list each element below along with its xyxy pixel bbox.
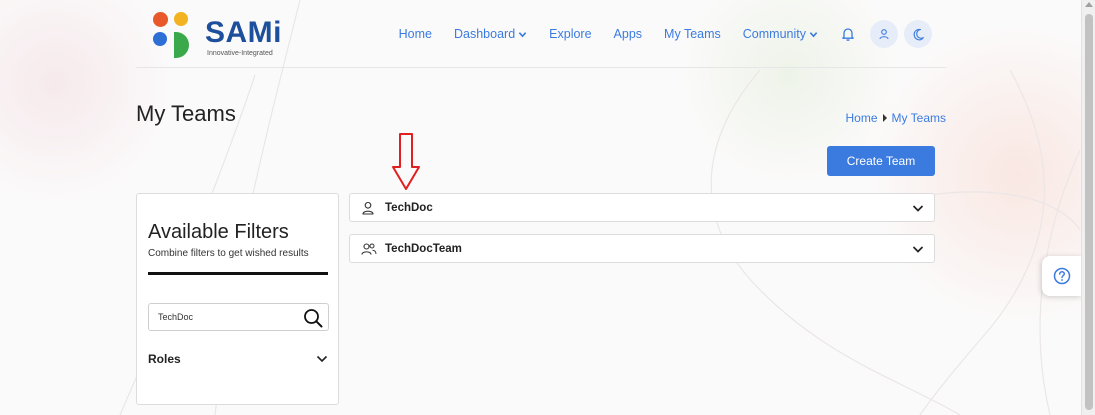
- chevron-down-icon: [809, 31, 818, 37]
- main-nav: Home Dashboard Explore Apps My Teams Com…: [377, 19, 932, 49]
- filters-panel: Available Filters Combine filters to get…: [136, 193, 339, 405]
- help-button[interactable]: [1042, 256, 1082, 296]
- sami-logo[interactable]: SAMi Innovative-Integrated: [153, 12, 283, 58]
- logo-tagline: Innovative-Integrated: [207, 50, 273, 57]
- page-title: My Teams: [136, 101, 236, 126]
- search-icon[interactable]: [303, 308, 323, 328]
- create-team-button[interactable]: Create Team: [827, 146, 935, 176]
- top-header: SAMi Innovative-Integrated Home Dashboar…: [136, 0, 946, 68]
- nav-my-teams[interactable]: My Teams: [664, 27, 721, 41]
- logo-green-shape: [174, 32, 189, 58]
- nav-explore[interactable]: Explore: [549, 27, 591, 41]
- filters-title: Available Filters: [148, 221, 289, 243]
- scroll-up-arrow-icon[interactable]: [1085, 2, 1093, 7]
- nav-dashboard[interactable]: Dashboard: [454, 27, 527, 41]
- filters-divider: [148, 272, 328, 275]
- team-row-techdoc[interactable]: TechDoc: [349, 193, 935, 222]
- theme-toggle-button[interactable]: [904, 20, 932, 48]
- moon-icon: [913, 28, 924, 40]
- breadcrumb-separator-icon: [882, 114, 887, 122]
- logo-yellow-dot: [174, 12, 188, 26]
- breadcrumb-home[interactable]: Home: [846, 111, 878, 125]
- bell-icon[interactable]: [840, 26, 856, 42]
- logo-orange-dot: [153, 12, 168, 27]
- nav-community-label: Community: [742, 27, 806, 41]
- profile-button[interactable]: [870, 20, 898, 48]
- team-name: TechDoc: [385, 202, 433, 214]
- chevron-down-icon: [518, 31, 527, 37]
- nav-apps[interactable]: Apps: [614, 27, 643, 41]
- team-name: TechDocTeam: [385, 243, 462, 255]
- filters-subtitle: Combine filters to get wished results: [148, 248, 309, 259]
- annotation-arrow-icon: [392, 133, 420, 190]
- scrollbar-thumb[interactable]: [1085, 14, 1093, 410]
- chevron-down-icon[interactable]: [912, 245, 924, 254]
- users-icon: [361, 243, 377, 255]
- filter-search-box: [148, 303, 329, 331]
- chevron-down-icon[interactable]: [912, 204, 924, 213]
- question-icon: [1053, 267, 1071, 285]
- nav-community[interactable]: Community: [743, 27, 818, 41]
- nav-dashboard-label: Dashboard: [454, 27, 516, 41]
- chevron-down-icon[interactable]: [316, 354, 328, 364]
- user-icon: [362, 201, 374, 215]
- user-icon: [879, 29, 889, 40]
- vertical-scrollbar[interactable]: [1081, 0, 1095, 415]
- nav-home[interactable]: Home: [399, 27, 432, 41]
- logo-blue-dot: [153, 32, 167, 46]
- breadcrumb-current[interactable]: My Teams: [892, 111, 946, 125]
- team-row-techdocteam[interactable]: TechDocTeam: [349, 234, 935, 263]
- logo-wordmark: SAMi: [205, 16, 282, 49]
- filter-search-input[interactable]: [149, 304, 299, 330]
- roles-filter-label[interactable]: Roles: [148, 352, 181, 366]
- breadcrumb: Home My Teams: [846, 111, 946, 125]
